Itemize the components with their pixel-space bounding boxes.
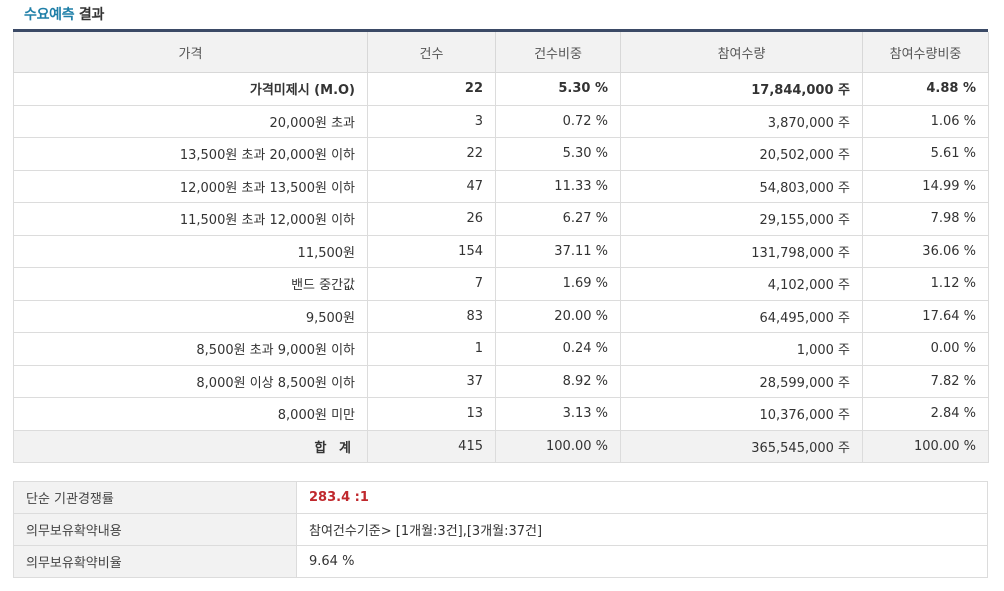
total-label: 합 계 — [13, 429, 368, 463]
row-quantity: 17,844,000 주 — [620, 72, 863, 106]
row-price: 8,000원 미만 — [13, 397, 368, 431]
row-quantity: 29,155,000 주 — [620, 202, 863, 236]
row-price: 11,500원 초과 12,000원 이하 — [13, 202, 368, 236]
row-price: 12,000원 초과 13,500원 이하 — [13, 169, 368, 203]
table-row: 9,500원 83 20.00 % 64,495,000 주 17.64 % — [13, 299, 989, 333]
table-row: 20,000원 초과 3 0.72 % 3,870,000 주 1.06 % — [13, 104, 989, 138]
row-count: 13 — [367, 397, 496, 431]
demand-forecast-table: 가격 건수 건수비중 참여수량 참여수량비중 가격미제시 (M.O) 22 5.30… — [13, 32, 989, 463]
row-count-ratio: 0.72 % — [495, 104, 621, 138]
table-row: 11,500원 초과 12,000원 이하 26 6.27 % 29,155,000 … — [13, 202, 989, 236]
row-quantity-ratio: 5.61 % — [862, 137, 989, 171]
row-quantity: 28,599,000 주 — [620, 364, 863, 398]
row-price: 9,500원 — [13, 299, 368, 333]
table-row: 밴드 중간값 7 1.69 % 4,102,000 주 1.12 % — [13, 267, 989, 301]
row-quantity-ratio: 0.00 % — [862, 332, 989, 366]
row-price: 20,000원 초과 — [13, 104, 368, 138]
row-count: 47 — [367, 169, 496, 203]
header-quantity-ratio: 참여수량비중 — [862, 32, 989, 73]
row-quantity: 10,376,000 주 — [620, 397, 863, 431]
row-count-ratio: 5.30 % — [495, 137, 621, 171]
total-count-ratio: 100.00 % — [495, 429, 621, 463]
row-quantity-ratio: 4.88 % — [862, 72, 989, 106]
row-count-ratio: 3.13 % — [495, 397, 621, 431]
total-count: 415 — [367, 429, 496, 463]
row-count-ratio: 8.92 % — [495, 364, 621, 398]
header-count: 건수 — [367, 32, 496, 73]
row-count: 3 — [367, 104, 496, 138]
table-row: 11,500원 154 37.11 % 131,798,000 주 36.06 % — [13, 234, 989, 268]
row-quantity: 20,502,000 주 — [620, 137, 863, 171]
row-quantity-ratio: 2.84 % — [862, 397, 989, 431]
row-count-ratio: 0.24 % — [495, 332, 621, 366]
row-quantity: 131,798,000 주 — [620, 234, 863, 268]
row-count-ratio: 37.11 % — [495, 234, 621, 268]
row-quantity: 64,495,000 주 — [620, 299, 863, 333]
lockup-value: 참여건수기준> [1개월:3건],[3개월:37건] — [296, 513, 988, 546]
row-quantity: 4,102,000 주 — [620, 267, 863, 301]
row-count-ratio: 6.27 % — [495, 202, 621, 236]
row-quantity: 3,870,000 주 — [620, 104, 863, 138]
row-price: 11,500원 — [13, 234, 368, 268]
table-row: 8,500원 초과 9,000원 이하 1 0.24 % 1,000 주 0.00 % — [13, 332, 989, 366]
row-count-ratio: 1.69 % — [495, 267, 621, 301]
summary-table: 단순 기관경쟁률 283.4 :1 의무보유확약내용 참여건수기준> [1개월:… — [13, 481, 988, 578]
row-count: 22 — [367, 137, 496, 171]
lockup-ratio-label: 의무보유확약비율 — [13, 545, 297, 578]
row-count: 26 — [367, 202, 496, 236]
row-quantity: 1,000 주 — [620, 332, 863, 366]
row-count: 37 — [367, 364, 496, 398]
header-quantity: 참여수량 — [620, 32, 863, 73]
table-row: 8,000원 이상 8,500원 이하 37 8.92 % 28,599,000 주7… — [13, 364, 989, 398]
header-price: 가격 — [13, 32, 368, 73]
lockup-label: 의무보유확약내용 — [13, 513, 297, 546]
lockup-ratio-value: 9.64 % — [296, 545, 988, 578]
row-count-ratio: 11.33 % — [495, 169, 621, 203]
row-price: 13,500원 초과 20,000원 이하 — [13, 137, 368, 171]
total-quantity: 365,545,000 주 — [620, 429, 863, 463]
competition-label: 단순 기관경쟁률 — [13, 481, 297, 514]
section-title: 수요예측 결과 — [24, 4, 104, 24]
row-quantity-ratio: 36.06 % — [862, 234, 989, 268]
table-row: 13,500원 초과 20,000원 이하 22 5.30 % 20,502,000 … — [13, 137, 989, 171]
lockup-ratio-row: 의무보유확약비율 9.64 % — [13, 545, 988, 578]
header-count-ratio: 건수비중 — [495, 32, 621, 73]
table-row: 8,000원 미만 13 3.13 % 10,376,000 주 2.84 % — [13, 397, 989, 431]
table-total-row: 합 계 415 100.00 % 365,545,000 주 100.00 % — [13, 429, 989, 463]
row-count: 1 — [367, 332, 496, 366]
section-title-rest: 결과 — [74, 7, 105, 23]
competition-row: 단순 기관경쟁률 283.4 :1 — [13, 481, 988, 514]
table-row: 12,000원 초과 13,500원 이하 47 11.33 % 54,803,000… — [13, 169, 989, 203]
row-quantity-ratio: 1.12 % — [862, 267, 989, 301]
row-count: 154 — [367, 234, 496, 268]
row-quantity: 54,803,000 주 — [620, 169, 863, 203]
row-count: 22 — [367, 72, 496, 106]
row-quantity-ratio: 1.06 % — [862, 104, 989, 138]
row-count-ratio: 20.00 % — [495, 299, 621, 333]
row-count-ratio: 5.30 % — [495, 72, 621, 106]
section-title-highlight: 수요예측 — [24, 7, 75, 23]
row-quantity-ratio: 14.99 % — [862, 169, 989, 203]
row-quantity-ratio: 7.82 % — [862, 364, 989, 398]
row-price: 밴드 중간값 — [13, 267, 368, 301]
row-count: 83 — [367, 299, 496, 333]
row-quantity-ratio: 17.64 % — [862, 299, 989, 333]
row-price: 8,500원 초과 9,000원 이하 — [13, 332, 368, 366]
lockup-row: 의무보유확약내용 참여건수기준> [1개월:3건],[3개월:37건] — [13, 513, 988, 546]
row-count: 7 — [367, 267, 496, 301]
table-header-row: 가격 건수 건수비중 참여수량 참여수량비중 — [13, 32, 989, 73]
competition-value: 283.4 :1 — [296, 481, 988, 514]
row-quantity-ratio: 7.98 % — [862, 202, 989, 236]
row-price: 8,000원 이상 8,500원 이하 — [13, 364, 368, 398]
row-price: 가격미제시 (M.O) — [13, 72, 368, 106]
total-quantity-ratio: 100.00 % — [862, 429, 989, 463]
table-row: 가격미제시 (M.O) 22 5.30 % 17,844,000 주 4.88 % — [13, 72, 989, 106]
